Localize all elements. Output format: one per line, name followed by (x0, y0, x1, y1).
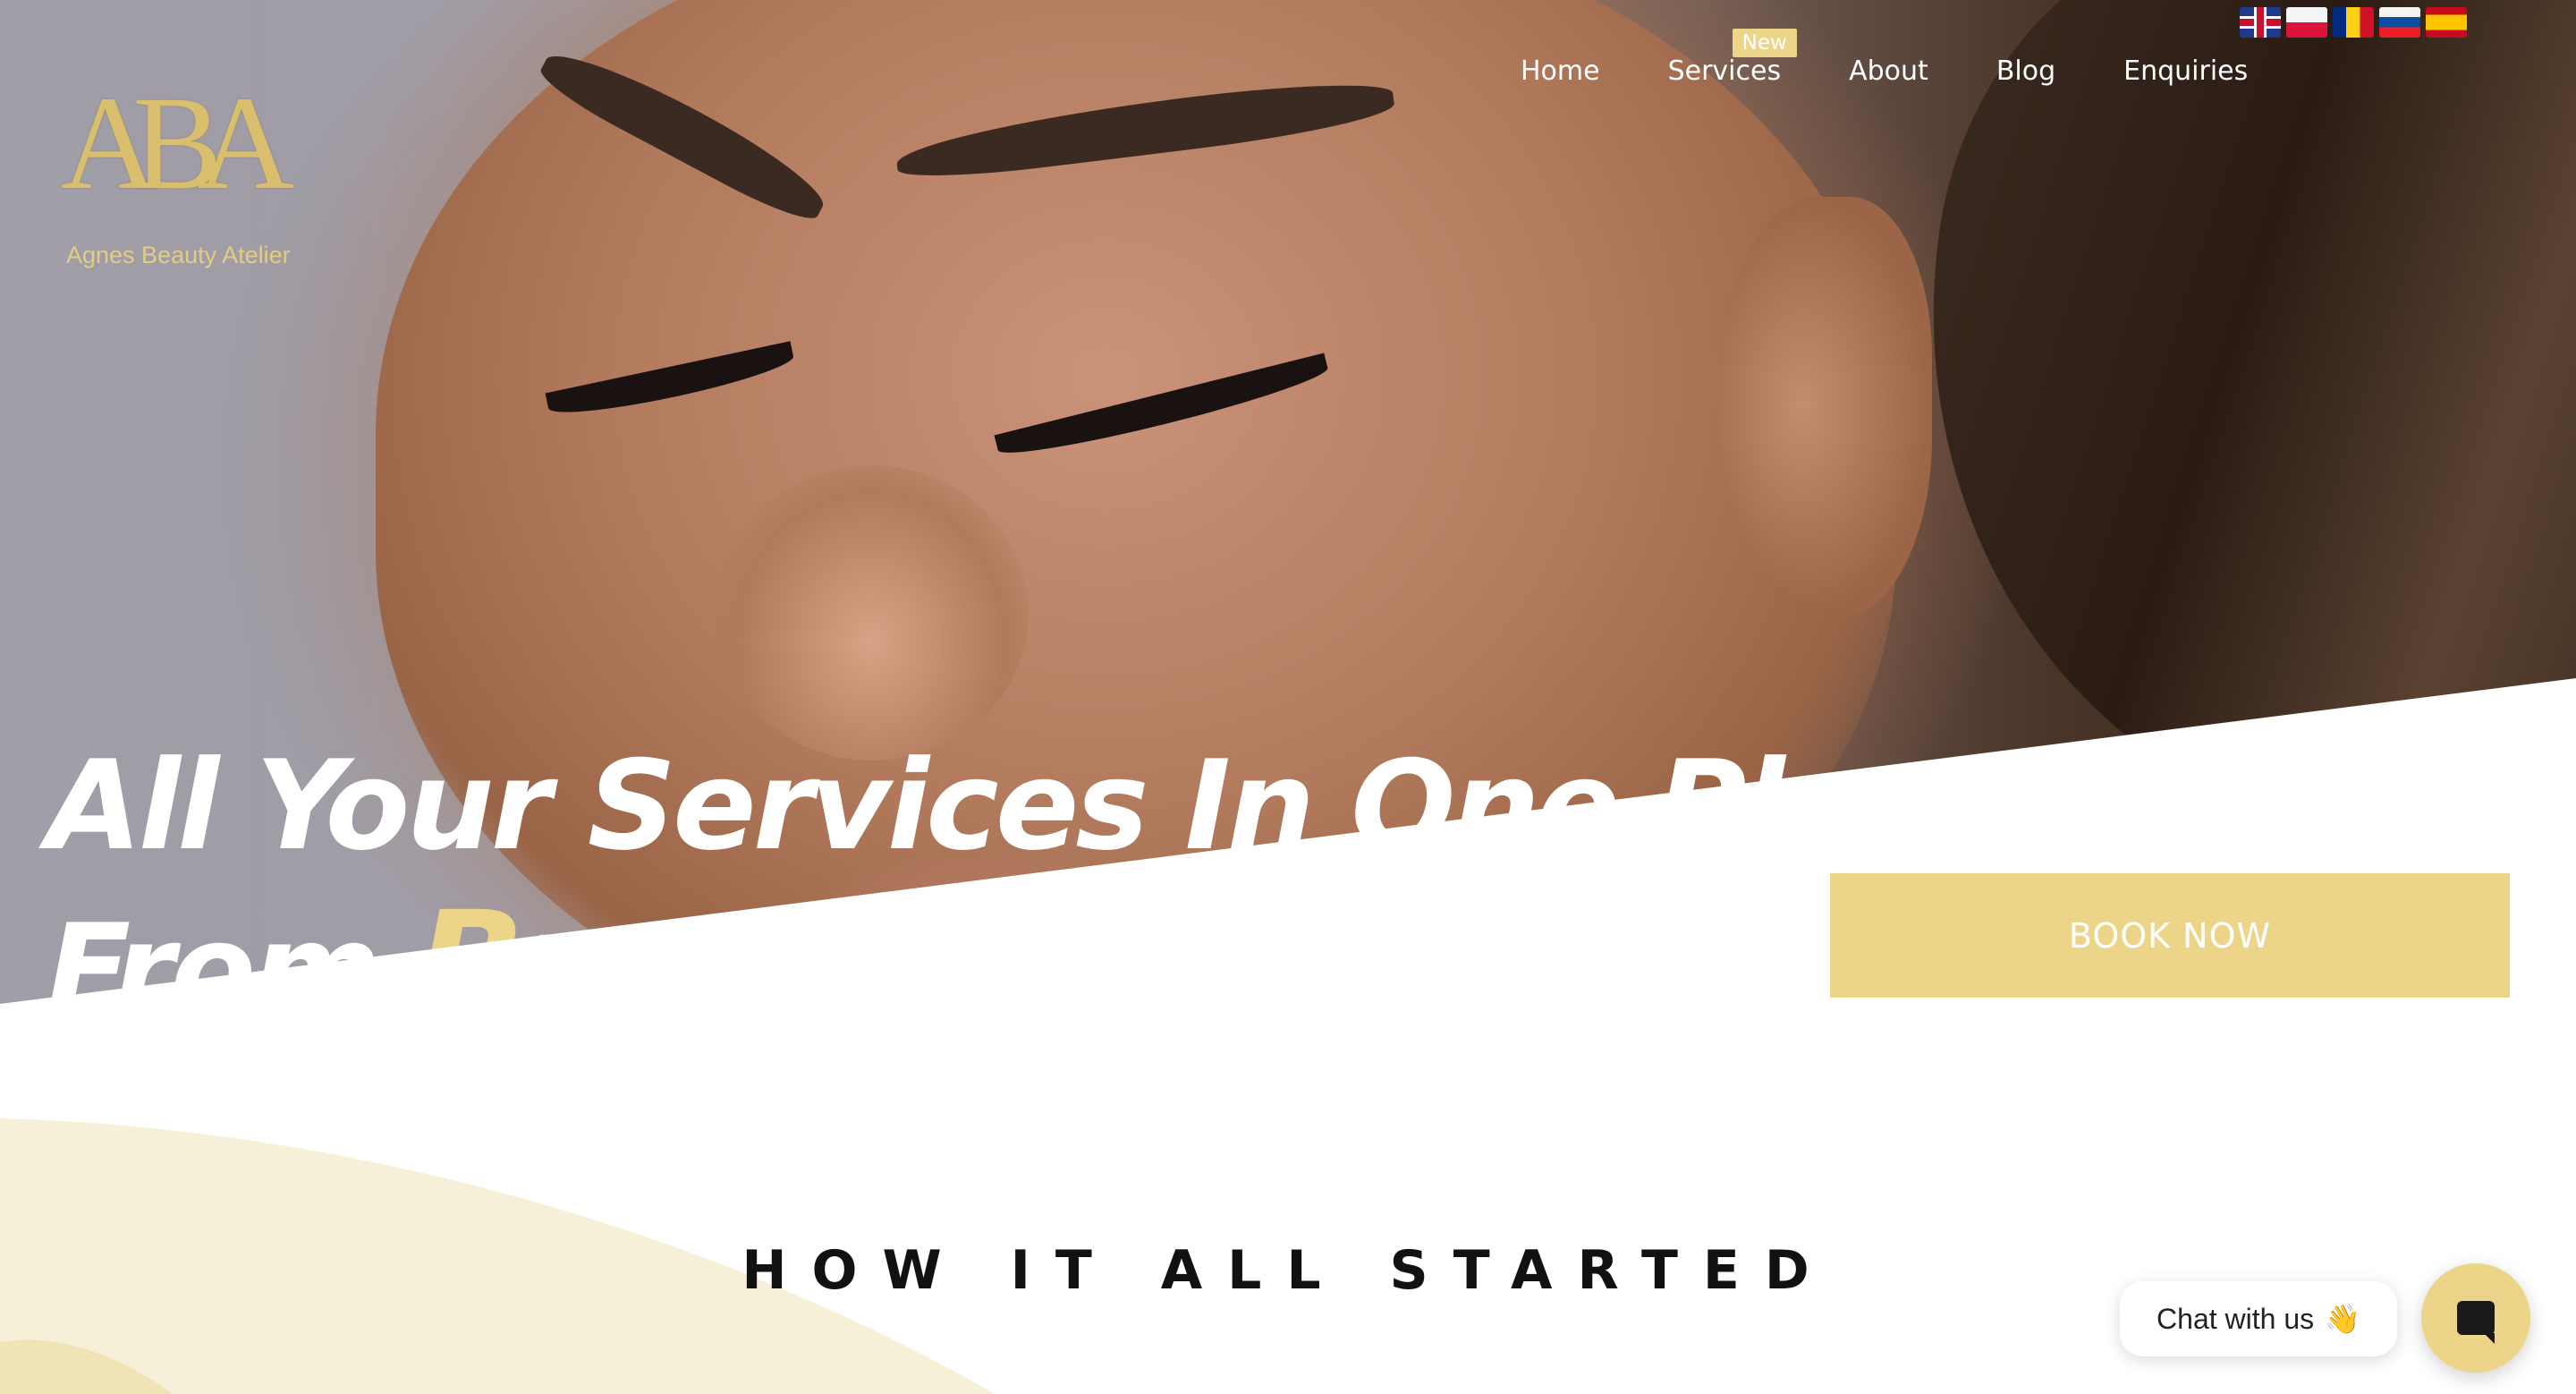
chat-launcher-button[interactable] (2421, 1263, 2530, 1373)
book-now-button[interactable]: BOOK NOW (1830, 873, 2510, 998)
logo-mark: ABA (61, 69, 294, 217)
logo-name: Agnes Beauty Atelier (66, 242, 291, 268)
chat-bubble-icon (2457, 1301, 2495, 1344)
slovakia-flag-icon[interactable] (2379, 7, 2420, 38)
spain-flag-icon[interactable] (2426, 7, 2467, 38)
new-badge: New (1732, 29, 1797, 57)
poland-flag-icon[interactable] (2286, 7, 2327, 38)
nav-services-label: Services (1667, 55, 1782, 87)
romania-flag-icon[interactable] (2333, 7, 2374, 38)
main-nav: Home Services New About Blog Enquiries (1521, 29, 2248, 87)
brand-logo[interactable]: ABA Agnes Beauty Atelier (54, 76, 295, 282)
chat-prompt[interactable]: Chat with us 👋 (2120, 1281, 2397, 1356)
waving-hand-icon: 👋 (2325, 1303, 2360, 1335)
nav-about[interactable]: About (1849, 55, 1928, 87)
nav-enquiries[interactable]: Enquiries (2123, 55, 2248, 87)
nav-services[interactable]: Services New (1667, 29, 1797, 87)
nav-home[interactable]: Home (1521, 55, 1600, 87)
uk-flag-icon[interactable] (2240, 7, 2281, 38)
nav-blog[interactable]: Blog (1996, 55, 2055, 87)
language-switcher (2240, 7, 2467, 38)
chat-label: Chat with us (2157, 1302, 2315, 1335)
